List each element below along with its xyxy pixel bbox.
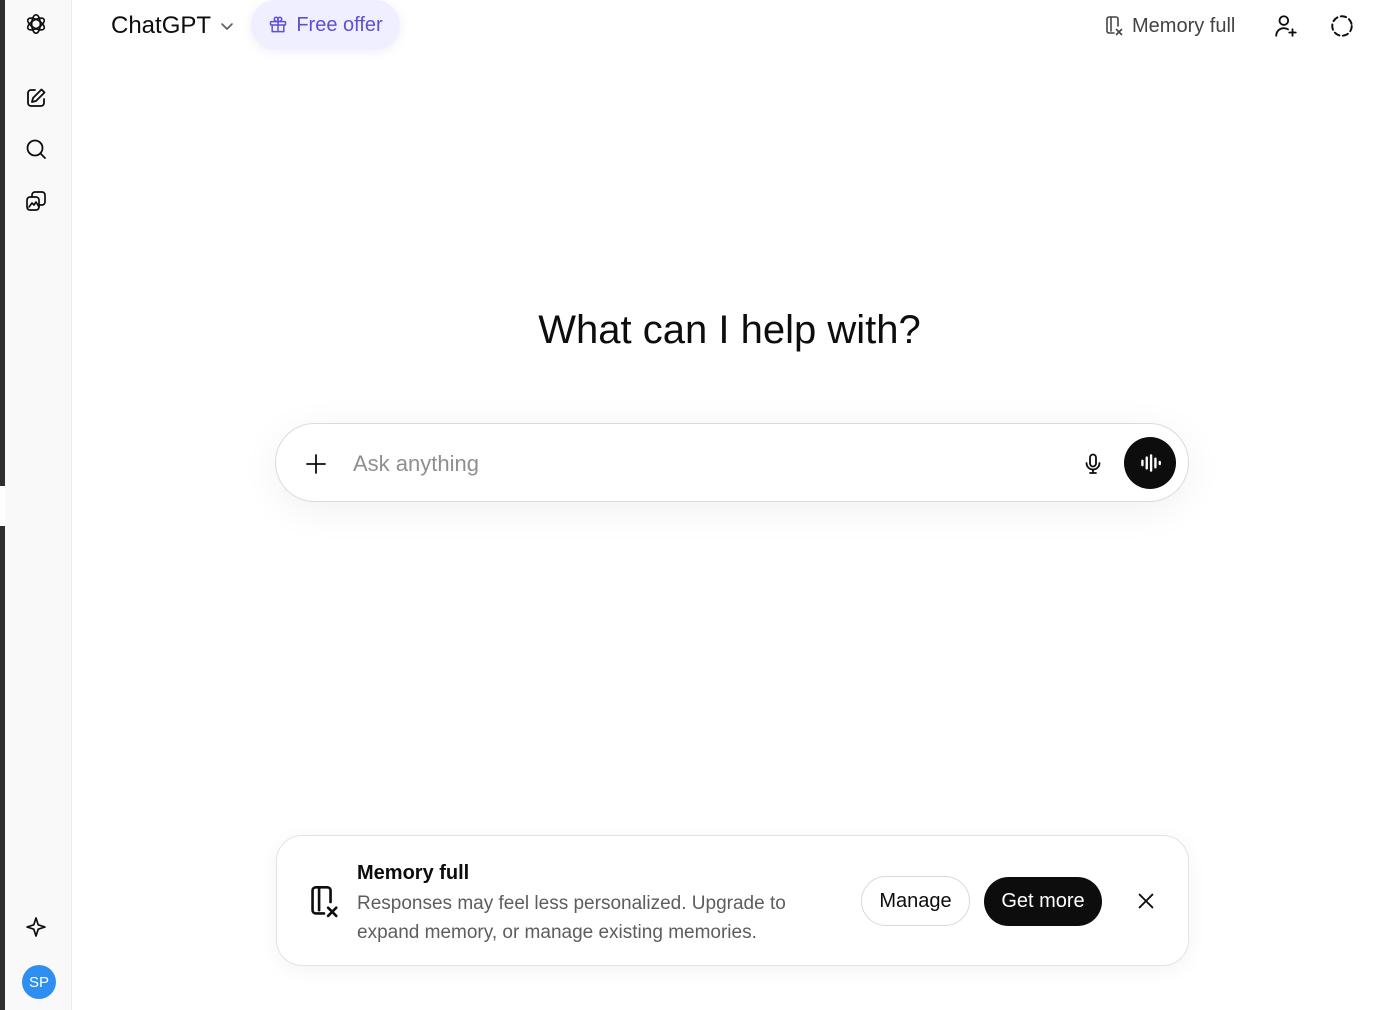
memory-status-button[interactable]: Memory full — [1104, 0, 1235, 52]
free-offer-button[interactable]: Free offer — [251, 0, 400, 50]
sparkle-icon[interactable] — [18, 909, 54, 945]
sidebar: SP — [5, 0, 72, 1010]
banner-body: Responses may feel less personalized. Up… — [357, 893, 786, 943]
library-icon[interactable] — [18, 183, 54, 219]
banner-title: Memory full — [357, 862, 470, 884]
free-offer-label: Free offer — [296, 13, 383, 36]
model-title: ChatGPT — [111, 12, 212, 39]
voice-mode-icon — [1141, 454, 1161, 472]
plus-icon[interactable] — [302, 450, 330, 478]
memory-status-label: Memory full — [1132, 14, 1236, 37]
memory-full-icon — [307, 884, 341, 920]
microphone-icon[interactable] — [1078, 449, 1108, 479]
ask-input[interactable] — [351, 444, 1045, 484]
openai-logo-icon[interactable] — [18, 6, 54, 42]
page-title: What can I help with? — [538, 308, 921, 352]
avatar[interactable]: SP — [22, 965, 56, 999]
add-user-icon[interactable] — [1270, 10, 1302, 42]
composer — [275, 423, 1189, 502]
chevron-down-icon — [221, 23, 233, 30]
model-selector[interactable]: ChatGPT — [111, 0, 235, 52]
temporary-chat-icon[interactable] — [1326, 10, 1358, 42]
manage-button[interactable]: Manage — [861, 876, 970, 926]
memory-full-banner: Memory full Responses may feel less pers… — [276, 835, 1189, 966]
get-more-button[interactable]: Get more — [984, 877, 1102, 926]
gift-icon — [270, 16, 287, 33]
voice-mode-button[interactable] — [1124, 437, 1176, 489]
close-icon[interactable] — [1133, 888, 1159, 914]
memory-full-icon — [1106, 16, 1123, 36]
new-chat-icon[interactable] — [18, 80, 54, 116]
search-icon[interactable] — [18, 131, 54, 167]
avatar-initials: SP — [28, 973, 49, 991]
